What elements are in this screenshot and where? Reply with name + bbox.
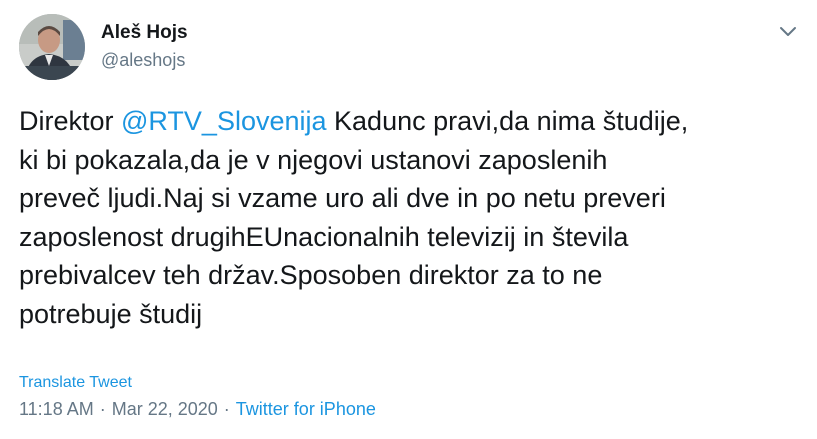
meta-separator: · <box>223 399 230 419</box>
tweet-text: Direktor @RTV_Slovenija Kadunc pravi,da … <box>19 102 804 333</box>
avatar[interactable] <box>19 14 85 80</box>
profile-photo-icon <box>19 14 85 80</box>
author-name[interactable]: Aleš Hojs <box>101 21 188 45</box>
author-handle[interactable]: @aleshojs <box>101 49 185 71</box>
tweet-date[interactable]: Mar 22, 2020 <box>112 399 218 419</box>
tweet-text-body: Kadunc pravi,da nima študije, ki bi poka… <box>19 106 689 329</box>
tweet-time[interactable]: 11:18 AM <box>19 399 94 419</box>
tweet-source-link[interactable]: Twitter for iPhone <box>236 399 376 419</box>
meta-separator: · <box>99 399 106 419</box>
tweet-metadata: 11:18 AM · Mar 22, 2020 · Twitter for iPhone <box>19 398 376 420</box>
tweet-text-prefix: Direktor <box>19 106 122 136</box>
chevron-down-icon[interactable] <box>777 20 799 42</box>
mention-link[interactable]: @RTV_Slovenija <box>121 106 327 136</box>
translate-tweet-link[interactable]: Translate Tweet <box>19 373 132 393</box>
tweet-card: Aleš Hojs @aleshojs Direktor @RTV_Sloven… <box>0 0 817 439</box>
